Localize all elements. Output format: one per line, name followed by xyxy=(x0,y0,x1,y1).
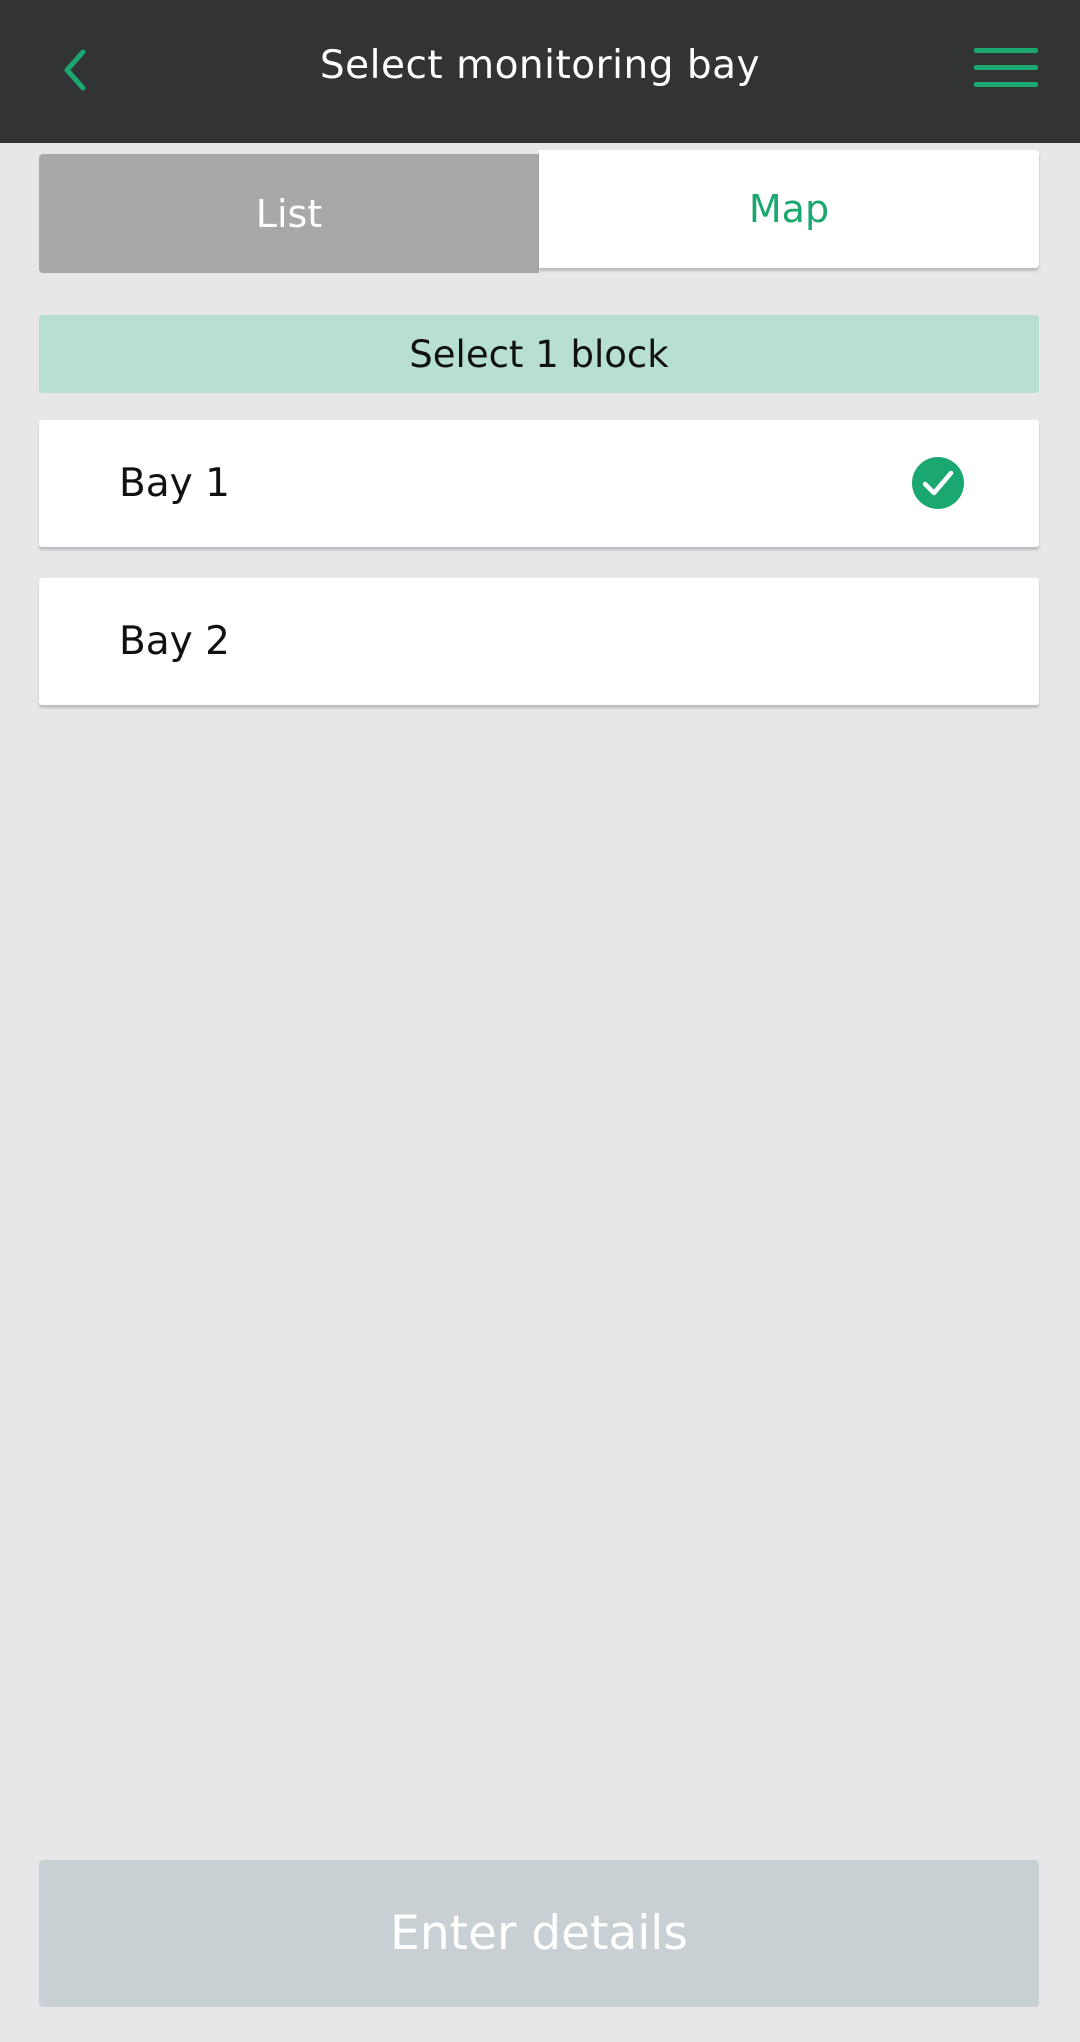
list-item-bay-1[interactable]: Bay 1 xyxy=(39,420,1039,547)
tab-map[interactable]: Map xyxy=(539,150,1039,268)
menu-button[interactable] xyxy=(970,40,1042,96)
hamburger-menu-icon xyxy=(974,48,1038,87)
selection-instruction-banner: Select 1 block xyxy=(39,315,1039,393)
tab-list[interactable]: List xyxy=(39,154,539,273)
page-title: Select monitoring bay xyxy=(319,42,761,88)
chevron-left-icon xyxy=(64,49,86,91)
enter-details-button[interactable]: Enter details xyxy=(39,1860,1039,2007)
check-circle-icon xyxy=(912,457,964,509)
list-item-bay-2[interactable]: Bay 2 xyxy=(39,578,1039,705)
view-tabs: List Map xyxy=(39,150,1039,273)
list-item-label: Bay 1 xyxy=(119,461,230,506)
back-button[interactable] xyxy=(40,30,110,110)
app-header: Select monitoring bay xyxy=(0,0,1080,143)
list-item-label: Bay 2 xyxy=(119,619,230,664)
bay-list: Bay 1 Bay 2 xyxy=(39,420,1039,736)
